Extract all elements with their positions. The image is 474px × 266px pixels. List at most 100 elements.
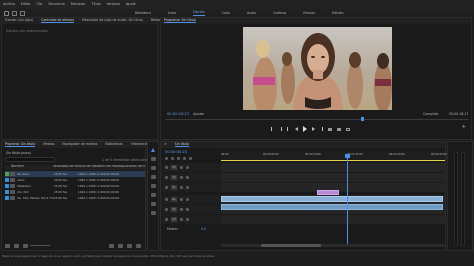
menu-item-7[interactable]: Ayuda: [126, 2, 136, 6]
fit-dropdown[interactable]: Ajustar: [193, 112, 204, 116]
clip-v1[interactable]: Sin título.mp4 [V]: [221, 196, 443, 213]
go-to-in-icon[interactable]: [287, 127, 290, 131]
solo-icon[interactable]: [185, 198, 189, 201]
item-color-label[interactable]: [5, 172, 9, 176]
nest-icon[interactable]: [165, 157, 168, 160]
list-view-icon[interactable]: [5, 244, 10, 248]
go-to-out-icon[interactable]: [320, 127, 323, 131]
timeline-playhead-handle[interactable]: [345, 154, 350, 158]
pen-tool-icon[interactable]: [150, 193, 156, 197]
track-lock-icon[interactable]: [165, 186, 168, 189]
source-tab-0[interactable]: Fuente: (sin clips): [5, 19, 33, 22]
add-marker-icon[interactable]: [183, 157, 186, 160]
ripple-edit-tool-icon[interactable]: [150, 166, 156, 170]
close-sequence-icon[interactable]: ×: [164, 143, 167, 146]
col-fps[interactable]: Velocidad de fotogramas: [53, 165, 77, 170]
timeline-settings-icon[interactable]: [189, 157, 192, 160]
timeline-scroll-thumb[interactable]: [261, 244, 321, 247]
search-bin-icon[interactable]: [109, 244, 114, 248]
mute-icon[interactable]: [179, 218, 183, 221]
track-label[interactable]: V2: [171, 175, 177, 180]
item-color-label[interactable]: [5, 190, 9, 194]
project-tab-2[interactable]: Navegador de medios: [62, 143, 97, 146]
track-area[interactable]: fx Sin título.mp4 [V]: [221, 163, 445, 233]
project-zoom-slider[interactable]: [30, 245, 50, 246]
new-item-icon[interactable]: [127, 244, 132, 248]
quality-dropdown[interactable]: Completa: [423, 112, 438, 116]
slip-tool-icon[interactable]: [150, 184, 156, 188]
menu-item-3[interactable]: Secuencia: [48, 2, 64, 6]
col-media-end[interactable]: Fin de medios: [101, 165, 123, 170]
project-item-row[interactable]: Sin_Title_Marble_Point_Frame25,00 fps 192…: [5, 195, 145, 201]
project-tab-1[interactable]: Medios: [43, 143, 54, 146]
home-icon[interactable]: [4, 11, 9, 16]
menu-item-4[interactable]: Marcador: [71, 2, 86, 6]
play-icon[interactable]: [303, 126, 307, 132]
program-scrubber[interactable]: [165, 119, 469, 120]
snap-icon[interactable]: [171, 157, 174, 160]
export-icon[interactable]: [20, 11, 25, 16]
trash-icon[interactable]: [136, 244, 141, 248]
tab-program[interactable]: Programa: Sin título: [164, 18, 196, 24]
step-forward-icon[interactable]: [312, 127, 315, 131]
toggle-sync-icon[interactable]: [179, 186, 183, 189]
import-icon[interactable]: [12, 11, 17, 16]
mute-icon[interactable]: [179, 208, 183, 211]
timeline-scrollbar[interactable]: [221, 244, 445, 247]
source-tab-2[interactable]: Mezclador de clips de audio: Sin título: [82, 19, 143, 22]
work-area-bar[interactable]: [221, 160, 445, 161]
track-label[interactable]: V1: [171, 185, 177, 190]
eye-icon[interactable]: [185, 166, 189, 169]
razor-tool-icon[interactable]: [150, 175, 156, 179]
linked-selection-icon[interactable]: [177, 157, 180, 160]
workspace-tab-4[interactable]: Audio: [247, 11, 256, 15]
workspace-tab-7[interactable]: Edición: [332, 11, 344, 15]
mark-out-icon[interactable]: [279, 127, 282, 131]
type-tool-icon[interactable]: [150, 211, 156, 215]
col-media-start[interactable]: Inicio de medios: [77, 165, 101, 170]
program-video-frame[interactable]: [243, 27, 392, 110]
program-playhead[interactable]: [361, 117, 364, 121]
toggle-sync-icon[interactable]: [179, 176, 183, 179]
toggle-sync-icon[interactable]: [179, 166, 183, 169]
solo-icon[interactable]: [185, 218, 189, 221]
project-tab-0[interactable]: Proyecto: Sin título: [5, 142, 36, 148]
item-color-label[interactable]: [5, 178, 9, 182]
track-label[interactable]: A1: [171, 197, 177, 202]
workspace-tab-0[interactable]: Biblioteca: [135, 11, 151, 15]
step-back-icon[interactable]: [295, 127, 298, 131]
icon-view-icon[interactable]: [14, 244, 19, 248]
timeline-timecode[interactable]: 00:00:04:23: [165, 150, 187, 155]
item-color-label[interactable]: [5, 184, 9, 188]
project-search-input[interactable]: [5, 157, 55, 162]
eye-icon[interactable]: [185, 176, 189, 179]
timeline-playhead[interactable]: [347, 154, 348, 246]
menu-item-5[interactable]: Título: [92, 2, 101, 6]
col-duration[interactable]: Duración de medios: [123, 165, 145, 170]
menu-item-0[interactable]: Archivo: [3, 2, 15, 6]
freeform-view-icon[interactable]: [23, 244, 28, 248]
col-name[interactable]: Nombre: [5, 164, 53, 170]
extract-icon[interactable]: [337, 127, 341, 131]
track-a3[interactable]: [221, 215, 445, 224]
selection-tool-icon[interactable]: [151, 148, 155, 152]
program-timecode[interactable]: 00:00:04:23: [167, 112, 189, 117]
track-lock-icon[interactable]: [165, 166, 168, 169]
workspace-tab-1[interactable]: Inicio: [168, 11, 176, 15]
workspace-tab-3[interactable]: Color: [222, 11, 230, 15]
track-label[interactable]: V3: [171, 165, 177, 170]
add-button-icon[interactable]: +: [462, 125, 466, 130]
track-lock-icon[interactable]: [165, 198, 168, 201]
track-label[interactable]: A3: [171, 217, 177, 222]
workspace-tab-5[interactable]: Gráficos: [273, 11, 286, 15]
mute-icon[interactable]: [179, 198, 183, 201]
track-label[interactable]: A2: [171, 207, 177, 212]
source-tab-1[interactable]: Controles de efectos: [41, 18, 75, 24]
menu-item-1[interactable]: Editar: [21, 2, 30, 6]
project-tab-3[interactable]: Bibliotecas: [105, 143, 122, 146]
track-lock-icon[interactable]: [165, 176, 168, 179]
lift-icon[interactable]: [328, 127, 332, 131]
hand-tool-icon[interactable]: [150, 202, 156, 206]
track-lock-icon[interactable]: [165, 208, 168, 211]
menu-item-6[interactable]: Ventana: [107, 2, 120, 6]
